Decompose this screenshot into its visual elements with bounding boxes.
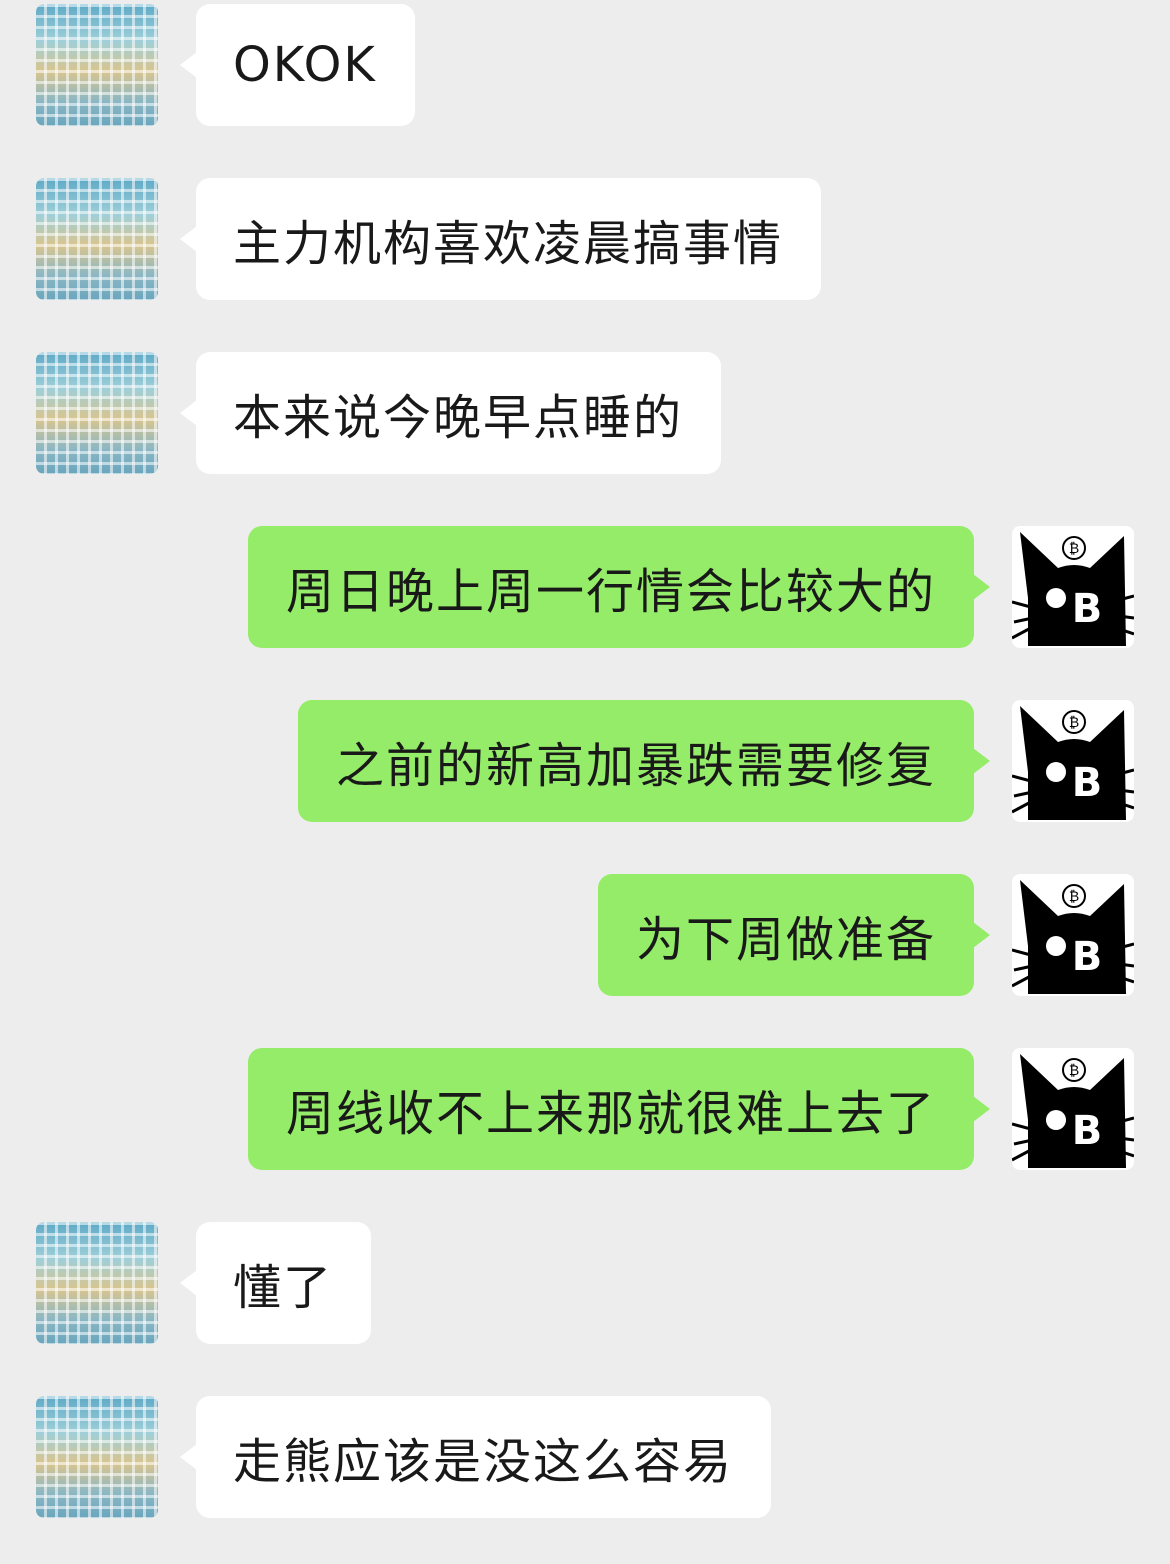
svg-text:B: B <box>1072 760 1103 806</box>
message-bubble-incoming[interactable]: OKOK <box>180 4 415 126</box>
message-bubble-incoming[interactable]: 懂了 <box>179 1222 372 1344</box>
contact-avatar[interactable] <box>36 178 158 300</box>
message-text: 懂了 <box>233 1260 334 1316</box>
bitcoin-cat-avatar[interactable]: ₿ B <box>1012 700 1134 822</box>
bitcoin-cat-icon: ₿B <box>1012 1054 1134 1168</box>
message-bubble-incoming[interactable]: 本来说今晚早点睡的 <box>179 352 722 474</box>
contact-avatar[interactable] <box>36 1396 158 1518</box>
svg-text:₿: ₿ <box>1069 715 1079 731</box>
message-text: 走熊应该是没这么容易 <box>233 1434 734 1490</box>
message-bubble-incoming[interactable]: 主力机构喜欢凌晨搞事情 <box>179 178 822 300</box>
bitcoin-cat-icon: ₿B <box>1012 706 1134 820</box>
svg-text:B: B <box>1072 586 1103 632</box>
message-bubble-outgoing[interactable]: 周日晚上周一行情会比较大的 <box>247 526 991 648</box>
contact-avatar[interactable] <box>36 352 158 474</box>
message-text: 本来说今晚早点睡的 <box>233 390 684 446</box>
message-text: 周日晚上周一行情会比较大的 <box>285 564 936 620</box>
bitcoin-cat-avatar[interactable]: ₿ B <box>1012 874 1134 996</box>
message-bubble-incoming[interactable]: 走熊应该是没这么容易 <box>179 1396 772 1518</box>
svg-text:₿: ₿ <box>1069 889 1079 905</box>
message-text: 之前的新高加暴跌需要修复 <box>335 738 936 794</box>
message-bubble-outgoing[interactable]: 之前的新高加暴跌需要修复 <box>297 700 991 822</box>
message-bubble-outgoing[interactable]: 周线收不上来那就很难上去了 <box>247 1048 991 1170</box>
svg-text:B: B <box>1072 1108 1103 1154</box>
message-text: 为下周做准备 <box>635 912 936 968</box>
bitcoin-cat-avatar[interactable]: ₿ B <box>1012 1048 1134 1170</box>
bitcoin-cat-avatar[interactable]: ₿ B <box>1012 526 1134 648</box>
message-text: 主力机构喜欢凌晨搞事情 <box>233 216 784 272</box>
contact-avatar[interactable] <box>36 4 158 126</box>
svg-text:₿: ₿ <box>1069 1063 1079 1079</box>
svg-text:₿: ₿ <box>1069 541 1079 557</box>
svg-text:B: B <box>1072 934 1103 980</box>
bitcoin-cat-icon: ₿B <box>1012 880 1134 994</box>
bitcoin-cat-icon: ₿B <box>1012 532 1134 646</box>
message-bubble-outgoing[interactable]: 为下周做准备 <box>597 874 991 996</box>
contact-avatar[interactable] <box>36 1222 158 1344</box>
message-text: OKOK <box>233 37 377 93</box>
message-text: 周线收不上来那就很难上去了 <box>285 1086 936 1142</box>
